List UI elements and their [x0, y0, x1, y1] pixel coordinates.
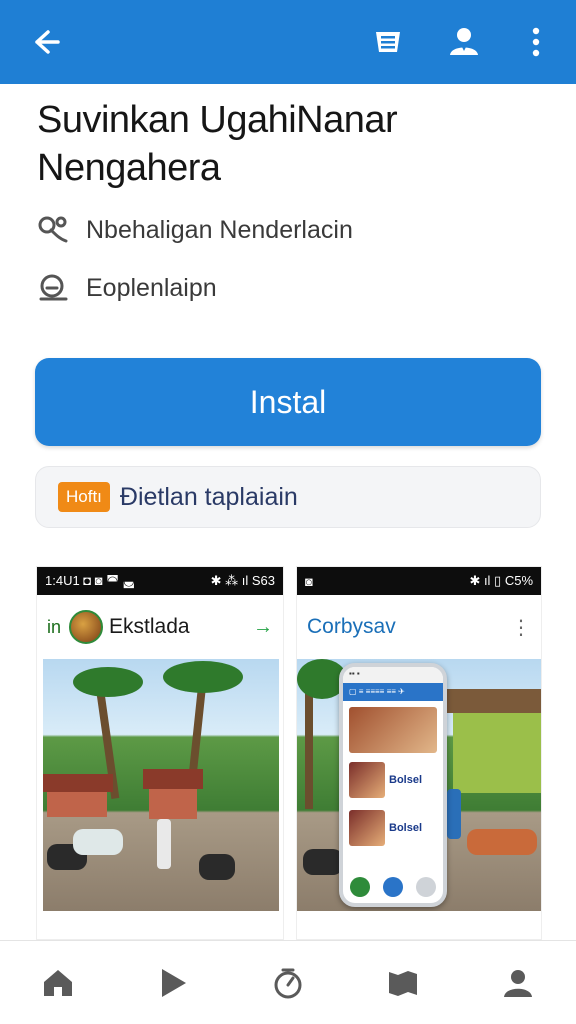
card-thumbnail [349, 762, 385, 798]
phone-card: Bolsel [349, 759, 437, 801]
phone-card: Bolsel [349, 807, 437, 849]
link-icon [36, 213, 70, 247]
play-icon[interactable] [149, 959, 197, 1007]
phone-nav-dot [416, 877, 437, 897]
status-right: ✱ ıl ▯ C5% [469, 573, 533, 588]
promo-banner[interactable]: Hoftı Đietlan taplaiain [35, 466, 541, 528]
account-icon[interactable] [444, 22, 484, 62]
status-bar: ◙ ✱ ıl ▯ C5% [297, 567, 541, 595]
phone-mockup: ▪▪ ▪ ▢ ≡ ≡≡≡≡ ≡≡ ✈ Bolsel Bolsel [339, 663, 447, 907]
screenshot-header: Corbysav ⋮ [297, 595, 541, 659]
category-label: Eoplenlaipn [86, 273, 217, 302]
status-right: ✱ ⁂ ıl S63 [210, 573, 275, 588]
bottom-navigation [0, 940, 576, 1024]
phone-nav [343, 877, 443, 897]
avatar [69, 610, 104, 644]
map-icon[interactable] [379, 959, 427, 1007]
screenshot-title: Corbysav [307, 615, 396, 638]
card-title: Bolsel [389, 774, 423, 786]
village-street-photo [43, 659, 279, 911]
forward-arrow-icon: → [253, 615, 273, 638]
install-button[interactable]: Instal [35, 358, 541, 446]
app-title: Suvinkan UgahiNanar Nengahera [37, 99, 398, 189]
back-arrow-icon[interactable] [24, 22, 64, 62]
phone-banner-image [349, 707, 437, 753]
phone-status: ▪▪ ▪ [343, 667, 443, 683]
category-row[interactable]: Eoplenlaipn [36, 268, 217, 308]
profile-icon[interactable] [494, 959, 542, 1007]
card-thumbnail [349, 810, 385, 846]
timer-icon[interactable] [264, 959, 312, 1007]
more-vert-icon[interactable] [516, 22, 556, 62]
home-icon[interactable] [34, 959, 82, 1007]
developer-row[interactable]: Nbehaligan Nenderlacin [36, 210, 353, 250]
more-vert-icon: ⋮ [511, 616, 531, 639]
promo-badge: Hoftı [58, 482, 110, 512]
app-logo: in [47, 616, 62, 637]
developer-name: Nbehaligan Nenderlacin [86, 215, 353, 244]
card-title: Bolsel [389, 822, 423, 834]
status-bar: 1:4U1 ◘ ◙ ◚ ◛ ✱ ⁂ ıl S63 [37, 567, 283, 595]
status-left: ◙ [305, 573, 313, 589]
phone-header: ▢ ≡ ≡≡≡≡ ≡≡ ✈ [343, 683, 443, 701]
chat-icon [36, 271, 70, 305]
app-bar [0, 0, 576, 84]
list-icon[interactable] [368, 22, 408, 62]
street-photo-with-phone: ▪▪ ▪ ▢ ≡ ≡≡≡≡ ≡≡ ✈ Bolsel Bolsel [297, 659, 541, 911]
screenshot-1[interactable]: 1:4U1 ◘ ◙ ◚ ◛ ✱ ⁂ ıl S63 in Ekstlada → [36, 566, 284, 940]
status-left: 1:4U1 ◘ ◙ ◚ ◛ [45, 573, 136, 588]
phone-nav-dot [349, 877, 370, 897]
screenshot-header: in Ekstlada → [37, 595, 283, 659]
promo-text: Đietlan taplaiain [119, 482, 298, 511]
screenshot-title: Ekstlada [109, 615, 190, 638]
screenshot-2[interactable]: ◙ ✱ ıl ▯ C5% Corbysav ⋮ ▪▪ ▪ ▢ ≡ ≡≡≡≡ ≡≡… [296, 566, 542, 940]
phone-nav-dot [382, 877, 403, 897]
